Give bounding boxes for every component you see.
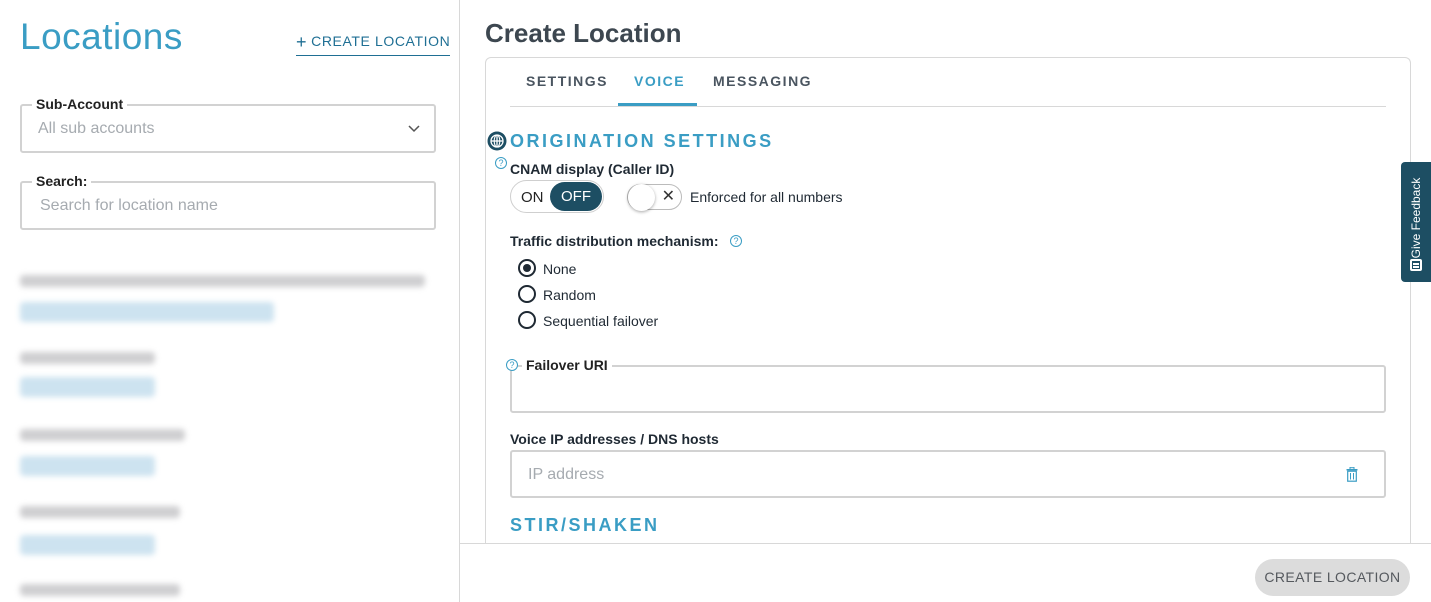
traffic-distribution-label: Traffic distribution mechanism: [510,233,719,249]
ip-address-placeholder: IP address [528,466,605,483]
enforced-switch[interactable]: ✕ [627,184,682,211]
failover-uri-input[interactable]: Failover URI [510,357,1386,413]
switch-knob [628,184,655,211]
radio-none[interactable] [518,259,536,277]
create-location-button[interactable]: CREATE LOCATION [1255,559,1410,596]
traffic-help-icon[interactable]: ? [730,235,742,247]
give-feedback-label: Give Feedback [1409,177,1423,259]
list-item-blurred[interactable] [20,456,155,476]
tab-voice[interactable]: VOICE [634,73,685,89]
search-placeholder: Search for location name [40,197,218,214]
give-feedback-tab[interactable]: Give Feedback [1401,162,1431,282]
search-label: Search: [32,173,92,189]
radio-sequential-failover[interactable] [518,311,536,329]
cnam-on-off-toggle[interactable]: ON OFF [510,180,604,213]
toggle-on-label: ON [521,189,544,206]
stir-shaken-heading: STIR/SHAKEN [510,515,660,535]
sub-account-value: All sub accounts [38,120,155,137]
plus-icon: + [296,32,308,52]
list-item-blurred[interactable] [20,506,180,518]
create-location-link[interactable]: + CREATE LOCATION [296,32,451,56]
close-icon: ✕ [661,188,675,205]
origination-settings-heading: ORIGINATION SETTINGS [510,131,774,151]
location-search-input[interactable]: Search: Search for location name [20,173,436,230]
failover-uri-label: Failover URI [522,357,612,373]
enforced-label: Enforced for all numbers [690,189,843,205]
radio-random[interactable] [518,285,536,303]
list-item-blurred[interactable] [20,352,155,364]
create-location-link-label: CREATE LOCATION [311,33,451,49]
feedback-icon [1410,259,1422,271]
sub-account-select[interactable]: Sub-Account All sub accounts [20,96,436,153]
chevron-down-icon [408,125,420,133]
failover-help-icon[interactable]: ? [506,359,518,371]
list-item-blurred[interactable] [20,275,425,287]
tab-divider [510,106,1386,107]
sub-account-label: Sub-Account [32,96,128,112]
radio-none-label: None [543,261,577,277]
ip-address-input[interactable]: IP address [510,450,1386,498]
voice-ip-label: Voice IP addresses / DNS hosts [510,431,719,447]
tab-settings[interactable]: SETTINGS [526,73,608,89]
locations-title: Locations [20,16,183,57]
globe-icon [487,131,507,151]
locations-panel: Locations + CREATE LOCATION Sub-Account A… [0,0,460,602]
cnam-label: CNAM display (Caller ID) [510,161,675,177]
toggle-off-label: OFF [550,182,602,211]
cnam-help-icon[interactable]: ? [495,157,507,169]
tab-messaging[interactable]: MESSAGING [713,73,812,89]
list-item-blurred[interactable] [20,535,155,555]
radio-random-label: Random [543,287,596,303]
list-item-blurred[interactable] [20,429,185,441]
radio-sequential-failover-label: Sequential failover [543,313,659,329]
list-item-blurred[interactable] [20,302,274,322]
page-title: Create Location [485,18,682,48]
trash-icon[interactable] [1346,467,1358,482]
list-item-blurred[interactable] [20,584,180,596]
list-item-blurred[interactable] [20,377,155,397]
